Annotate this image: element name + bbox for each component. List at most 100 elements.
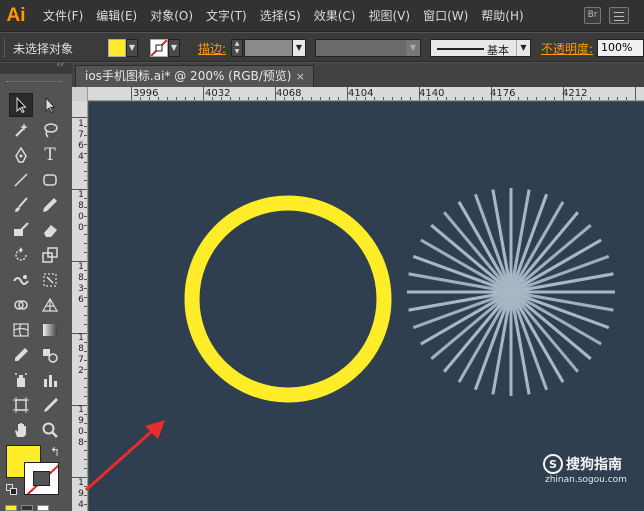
stroke-color-dropdown[interactable]: ▼: [150, 39, 180, 57]
selection-tool[interactable]: [9, 93, 33, 117]
column-graph-icon: [44, 375, 57, 387]
menu-effect[interactable]: 效果(C): [314, 7, 356, 24]
lasso-icon: [44, 123, 58, 138]
none-mode-button[interactable]: [37, 505, 49, 511]
eyedropper-tool[interactable]: [9, 343, 33, 367]
scale-tool[interactable]: [38, 243, 62, 267]
stroke-swatch[interactable]: [24, 462, 59, 495]
no-stroke-swatch: [150, 39, 168, 57]
rectangle-tool[interactable]: [38, 168, 62, 192]
pencil-tool[interactable]: [38, 193, 62, 217]
stroke-weight-stepper[interactable]: ▲ ▼: [231, 39, 243, 57]
menu-object[interactable]: 对象(O): [150, 7, 193, 24]
brush-stroke-preview: [437, 48, 484, 50]
opacity-input[interactable]: 100%: [597, 39, 644, 57]
brush-definition-dropdown[interactable]: 基本 ▼: [430, 39, 531, 57]
shape-builder-icon: [14, 300, 28, 310]
blend-tool[interactable]: [38, 343, 62, 367]
ruler-label: 1908: [78, 405, 84, 448]
bridge-button[interactable]: Br: [584, 7, 601, 24]
type-icon: T: [44, 145, 56, 165]
color-mode-button[interactable]: [5, 505, 17, 511]
line-tool[interactable]: [9, 168, 33, 192]
workspace-switcher-button[interactable]: [609, 7, 629, 24]
menu-window[interactable]: 窗口(W): [423, 7, 468, 24]
horizontal-ruler[interactable]: 3996 4032 4068 4104 4140 4176 4212: [72, 87, 644, 101]
gradient-tool[interactable]: [38, 318, 62, 342]
brush-name: 基本: [487, 44, 509, 57]
ruler-label: 4032: [205, 88, 231, 99]
pen-tool[interactable]: [9, 143, 33, 167]
blob-brush-tool[interactable]: [9, 218, 33, 242]
pen-icon: [15, 146, 27, 163]
down-arrow-icon[interactable]: ▼: [232, 48, 242, 56]
vertical-ruler[interactable]: 1764 1800 1836 1872 1908 194: [72, 101, 88, 511]
mesh-tool[interactable]: [9, 318, 33, 342]
fill-color-dropdown[interactable]: ▼: [108, 39, 138, 57]
column-graph-tool[interactable]: [38, 368, 62, 392]
line-icon: [14, 173, 28, 187]
menu-help[interactable]: 帮助(H): [481, 7, 523, 24]
document-tab[interactable]: ios手机图标.ai* @ 200% (RGB/预览) ×: [75, 65, 314, 87]
mesh-icon: [13, 323, 29, 337]
stroke-weight-input[interactable]: [244, 39, 293, 57]
direct-selection-tool[interactable]: [38, 93, 62, 117]
none-slash-icon: [151, 40, 167, 56]
free-transform-icon: [43, 273, 57, 287]
perspective-grid-icon: [41, 297, 59, 312]
document-tab-bar: ios手机图标.ai* @ 200% (RGB/预览) ×: [72, 63, 644, 87]
shape-builder-tool[interactable]: [9, 293, 33, 317]
paintbrush-tool[interactable]: [9, 193, 33, 217]
arrow-icon: [16, 96, 27, 114]
illustrator-window: Ai 文件(F) 编辑(E) 对象(O) 文字(T) 选择(S) 效果(C) 视…: [0, 0, 644, 511]
opacity-label[interactable]: 不透明度:: [541, 40, 593, 57]
up-arrow-icon[interactable]: ▲: [232, 40, 242, 48]
eraser-tool[interactable]: [38, 218, 62, 242]
magic-wand-tool[interactable]: [9, 118, 33, 142]
ruler-label: 4104: [348, 88, 374, 99]
close-icon[interactable]: ×: [296, 66, 305, 87]
menu-list: 文件(F) 编辑(E) 对象(O) 文字(T) 选择(S) 效果(C) 视图(V…: [43, 7, 537, 24]
warp-tool[interactable]: [9, 268, 33, 292]
sunburst-lines[interactable]: [407, 188, 615, 396]
white-arrow-icon: [45, 96, 56, 114]
default-fill-stroke-icon[interactable]: [6, 484, 18, 496]
document-tab-title: ios手机图标.ai* @ 200% (RGB/预览): [85, 69, 292, 83]
hand-tool[interactable]: [9, 418, 33, 442]
panel-grip[interactable]: [4, 38, 7, 57]
ruler-label: 1800: [78, 190, 84, 233]
lasso-tool[interactable]: [38, 118, 62, 142]
zoom-tool[interactable]: [38, 418, 62, 442]
ruler-label: 4176: [490, 88, 516, 99]
artboard-tool[interactable]: [9, 393, 33, 417]
artboard-canvas[interactable]: [89, 102, 644, 511]
menu-file[interactable]: 文件(F): [43, 7, 83, 24]
sogou-logo-icon: S: [543, 454, 563, 474]
free-transform-tool[interactable]: [38, 268, 62, 292]
menu-edit[interactable]: 编辑(E): [96, 7, 137, 24]
panel-grip[interactable]: [6, 81, 62, 83]
scale-icon: [42, 247, 58, 263]
symbol-sprayer-tool[interactable]: [9, 368, 33, 392]
stroke-weight-dropdown[interactable]: ▼: [292, 39, 306, 57]
swap-fill-stroke-icon[interactable]: ↰: [50, 445, 60, 459]
chevron-down-icon: ▼: [168, 39, 180, 57]
slice-tool[interactable]: [38, 393, 62, 417]
menu-select[interactable]: 选择(S): [260, 7, 301, 24]
type-tool[interactable]: T: [38, 143, 62, 167]
perspective-grid-tool[interactable]: [38, 293, 62, 317]
variable-width-profile-dropdown[interactable]: ▼: [315, 39, 421, 57]
app-logo: Ai: [6, 4, 26, 26]
magic-wand-icon: [15, 123, 28, 137]
menu-type[interactable]: 文字(T): [206, 7, 247, 24]
menu-view[interactable]: 视图(V): [368, 7, 410, 24]
rotate-tool[interactable]: [9, 243, 33, 267]
yellow-ring[interactable]: [184, 195, 392, 403]
watermark-url: zhinan.sogou.com: [545, 475, 627, 485]
collapse-icon[interactable]: ‹‹: [57, 60, 64, 70]
gradient-mode-button[interactable]: [21, 505, 33, 511]
ruler-label: 4068: [276, 88, 302, 99]
ruler-origin[interactable]: [72, 87, 88, 101]
chevron-down-icon: ▼: [126, 39, 138, 57]
stroke-label[interactable]: 描边:: [198, 40, 226, 57]
